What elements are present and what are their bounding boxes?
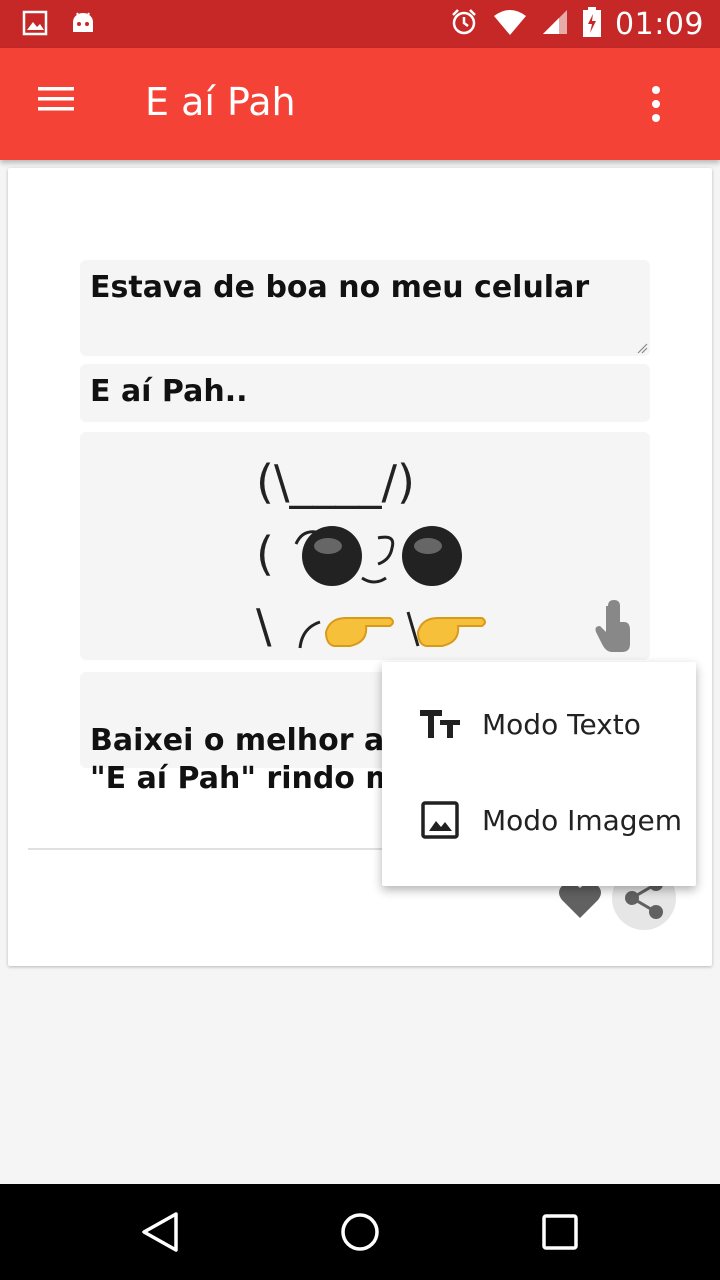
touch-icon[interactable] xyxy=(594,600,634,652)
status-bar: 01:09 xyxy=(0,0,720,48)
menu-button[interactable] xyxy=(30,82,82,122)
ascii-art-area[interactable]: (\____/) ( \ xyxy=(80,432,650,660)
overflow-menu-button[interactable] xyxy=(636,80,676,128)
ascii-line-2: ( xyxy=(256,518,462,590)
hamburger-icon xyxy=(38,87,74,111)
top-text: Estava de boa no meu celular xyxy=(90,270,590,305)
app-bar: E aí Pah xyxy=(0,48,720,160)
text-format-icon xyxy=(418,702,462,746)
back-triangle-icon xyxy=(142,1212,178,1252)
resize-handle-icon[interactable] xyxy=(636,342,648,354)
alarm-icon xyxy=(449,7,479,42)
ascii-line-1: (\____/) xyxy=(256,455,415,509)
navigation-bar xyxy=(0,1184,720,1280)
pointing-hand-emoji-icon xyxy=(298,611,486,649)
sunglasses-emoji-icon xyxy=(294,526,462,586)
more-vert-icon xyxy=(652,86,660,122)
menu-item-modo-imagem[interactable]: Modo Imagem xyxy=(382,772,696,868)
recents-square-icon xyxy=(542,1214,578,1250)
app-title: E aí Pah xyxy=(145,80,296,124)
recents-button[interactable] xyxy=(536,1208,584,1256)
battery-icon xyxy=(583,6,602,42)
android-notification-icon xyxy=(70,10,96,41)
mode-popup-menu: Modo Texto Modo Imagem xyxy=(382,662,696,886)
home-button[interactable] xyxy=(336,1208,384,1256)
ascii-art: (\____/) ( \ xyxy=(256,446,486,662)
ascii-line-3: \ xyxy=(256,590,486,662)
menu-item-label: Modo Imagem xyxy=(482,803,683,837)
wifi-icon xyxy=(493,8,527,41)
image-icon xyxy=(418,798,462,842)
home-circle-icon xyxy=(341,1213,379,1251)
gallery-notification-icon xyxy=(22,10,48,41)
menu-item-modo-texto[interactable]: Modo Texto xyxy=(382,676,696,772)
clock: 01:09 xyxy=(615,6,704,42)
top-text-field[interactable]: Estava de boa no meu celular xyxy=(80,260,650,356)
middle-text-field[interactable]: E aí Pah.. xyxy=(80,364,650,422)
signal-icon xyxy=(541,8,569,41)
menu-item-label: Modo Texto xyxy=(482,707,641,741)
back-button[interactable] xyxy=(136,1208,184,1256)
middle-text: E aí Pah.. xyxy=(90,374,248,409)
